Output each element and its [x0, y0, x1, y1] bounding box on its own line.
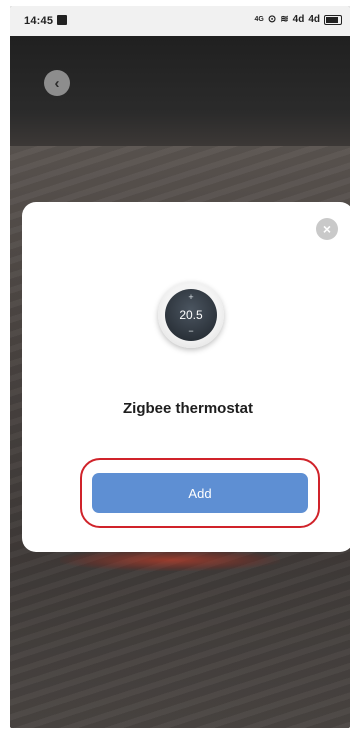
- signal-strength-1: 4d: [292, 14, 305, 25]
- device-name: Zigbee thermostat: [122, 400, 254, 417]
- back-icon[interactable]: ‹: [44, 70, 70, 96]
- network-type-label: 4G: [254, 16, 264, 23]
- phone-screen: 14:45 4G ⊙ ≋ 4d 4d ‹ × + 20.5 − Zigbee t…: [10, 6, 350, 728]
- status-bar: 14:45 4G ⊙ ≋ 4d 4d: [10, 6, 350, 36]
- signal-strength-2: 4d: [308, 14, 320, 25]
- thermostat-plus-icon: +: [188, 292, 194, 302]
- status-time: 14:45: [24, 15, 54, 27]
- close-icon[interactable]: ×: [316, 218, 338, 240]
- battery-icon: [324, 14, 342, 25]
- alarm-icon: ⊙: [267, 14, 277, 25]
- notification-icon: [57, 15, 67, 25]
- thermostat-display: + 20.5 −: [165, 289, 217, 341]
- thermostat-device-image: + 20.5 −: [158, 282, 224, 348]
- thermostat-minus-icon: −: [188, 326, 194, 336]
- status-icons: 4G ⊙ ≋ 4d 4d: [255, 14, 342, 25]
- wifi-icon: ≋: [280, 14, 289, 25]
- device-found-dialog: × + 20.5 − Zigbee thermostat Add: [22, 202, 350, 552]
- add-button[interactable]: Add: [92, 473, 308, 513]
- thermostat-temperature: 20.5: [179, 308, 203, 322]
- background-red-glow: [60, 549, 280, 571]
